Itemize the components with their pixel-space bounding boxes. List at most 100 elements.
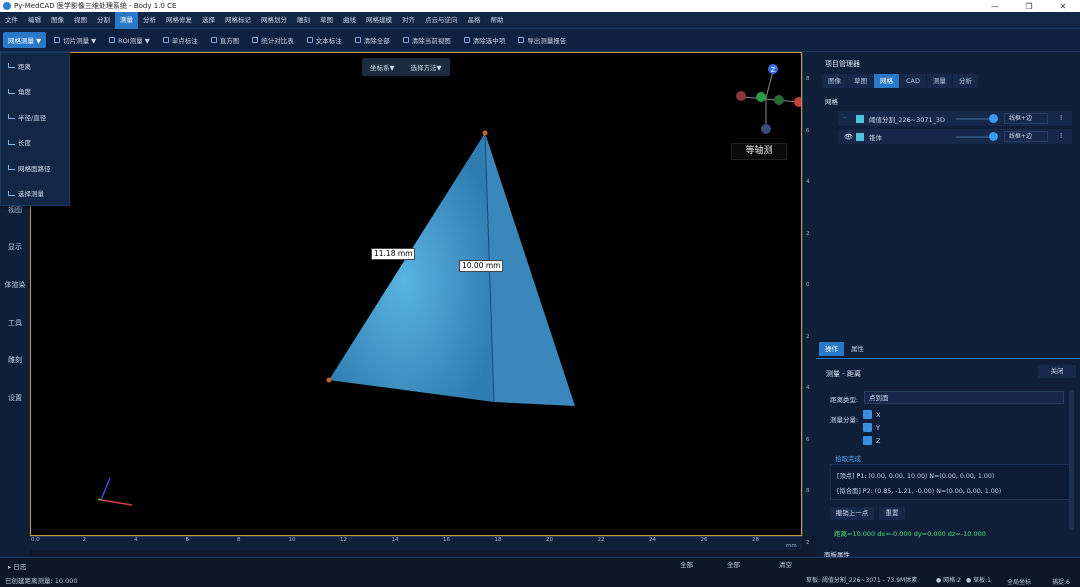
project-tab[interactable]: 测量	[927, 74, 952, 88]
snap-info[interactable]: 捕捉:6	[1052, 577, 1070, 586]
menu-item[interactable]: 点云与逆向	[420, 12, 463, 29]
measure-menu-item[interactable]: 网格面路径	[1, 155, 69, 181]
mesh-color-swatch[interactable]	[856, 132, 864, 141]
menu-item[interactable]: 视图	[69, 12, 92, 29]
menu-item[interactable]: 编辑	[23, 12, 46, 29]
toolbar-label: 清除全部	[363, 37, 390, 45]
menu-item[interactable]: 网格划分	[256, 12, 292, 29]
visibility-off-icon[interactable]: ·	[844, 115, 852, 122]
mesh-menu-icon[interactable]: ⁞	[1060, 114, 1062, 122]
sidebar-item-tools[interactable]: 工具	[0, 318, 30, 328]
component-z-checkbox[interactable]	[863, 436, 872, 445]
sidebar-item-settings[interactable]: 设置	[0, 393, 30, 403]
menu-item[interactable]: 晶格	[463, 12, 486, 29]
measure-menu-item[interactable]: 选择测量	[1, 181, 69, 207]
sidebar-item-sculpt[interactable]: 雕刻	[0, 355, 30, 365]
undo-point-button[interactable]: 撤销上一点	[830, 507, 874, 520]
toolbar-button[interactable]: ROI测量 ▼	[104, 32, 155, 48]
project-manager-title: 项目管理器	[825, 60, 860, 68]
sidebar-item-display[interactable]: 显示	[0, 242, 30, 252]
axis-y-handle[interactable]	[756, 92, 766, 102]
base-point[interactable]	[326, 377, 332, 383]
measure-label-slant[interactable]: 11.18 mm	[371, 248, 416, 260]
toolbar-button[interactable]: 切片测量 ▼	[49, 32, 101, 48]
menu-item[interactable]: 对齐	[397, 12, 420, 29]
toolbar-button[interactable]: 清除当前视图	[398, 32, 456, 48]
log-filter-2[interactable]: 全部	[727, 559, 740, 569]
measure-menu-item[interactable]: 长度	[1, 130, 69, 156]
hruler-tick-label: 0.0	[31, 537, 40, 543]
axis-neg-y-handle[interactable]	[774, 95, 784, 105]
menu-item[interactable]: 文件	[0, 12, 23, 29]
toolbar-button[interactable]: 统计对比表	[247, 32, 299, 48]
log-toggle[interactable]: ▸ 日志	[8, 561, 26, 571]
toolbar-button[interactable]: 清除全部	[350, 32, 395, 48]
tab-properties[interactable]: 属性	[845, 342, 870, 356]
menu-item[interactable]: 图像	[46, 12, 69, 29]
menu-item[interactable]: 网格标记	[220, 12, 256, 29]
measure-label-height[interactable]: 10.00 mm	[459, 260, 504, 272]
menu-item[interactable]: 雕刻	[292, 12, 315, 29]
distance-type-select[interactable]: 点到面	[864, 391, 1064, 404]
orientation-gizmo[interactable]: Z	[736, 64, 801, 134]
menu-item[interactable]: 帮助	[486, 12, 509, 29]
project-tab[interactable]: 网格	[874, 74, 899, 88]
sidebar-item-volume-render[interactable]: 体渲染	[0, 280, 30, 290]
axis-neg-x-handle[interactable]	[736, 91, 746, 101]
toolbar-button[interactable]: 网格测量 ▼	[3, 32, 47, 48]
component-y-checkbox[interactable]	[863, 423, 872, 432]
render-mode-select[interactable]: 线框+边	[1004, 113, 1048, 124]
menu-item[interactable]: 曲线	[338, 12, 361, 29]
apex-point[interactable]	[482, 130, 488, 136]
reset-button[interactable]: 重置	[879, 507, 905, 520]
tab-operations[interactable]: 操作	[819, 342, 844, 356]
menu-item[interactable]: 网格建模	[361, 12, 397, 29]
hruler-tick-label: 14	[391, 537, 399, 543]
menu-item[interactable]: 分析	[138, 12, 161, 29]
opacity-knob[interactable]	[989, 132, 998, 141]
clear-log-button[interactable]: 清空	[779, 559, 792, 569]
mesh-name: 阈值分割_226~3071_3D	[869, 115, 946, 124]
maximize-button[interactable]: ❐	[1012, 2, 1046, 11]
log-filter-1[interactable]: 全部	[680, 559, 693, 569]
minimize-button[interactable]: —	[978, 2, 1012, 11]
project-tab[interactable]: 草图	[848, 74, 873, 88]
visibility-eye-icon[interactable]: 👁	[844, 133, 853, 141]
coord-system-dropdown[interactable]: 坐标系▼	[362, 62, 403, 72]
measure-menu-item[interactable]: 半径/直径	[1, 104, 69, 130]
axis-x-handle[interactable]	[794, 97, 801, 107]
toolbar-button[interactable]: 文本标注	[302, 32, 347, 48]
close-op-button[interactable]: 关闭	[1038, 365, 1076, 378]
toolbar-button[interactable]: 清除选中项	[459, 32, 511, 48]
close-window-button[interactable]: ✕	[1046, 2, 1080, 11]
menu-item[interactable]: 分割	[92, 12, 115, 29]
ops-scrollbar[interactable]	[1069, 390, 1074, 530]
toolbar-button[interactable]: 单点标注	[158, 32, 203, 48]
measure-menu-item[interactable]: 角度	[1, 79, 69, 105]
axis-neg-z-handle[interactable]	[761, 124, 771, 134]
opacity-knob[interactable]	[989, 114, 998, 123]
scene-canvas[interactable]: Z	[31, 53, 801, 535]
measure-menu-item[interactable]: 距离	[1, 53, 69, 79]
project-tab[interactable]: CAD	[900, 74, 926, 88]
component-x-checkbox[interactable]	[863, 410, 872, 419]
project-tab[interactable]: 分析	[953, 74, 978, 88]
menu-item[interactable]: 草图	[315, 12, 338, 29]
measure-tool-icon	[8, 88, 15, 94]
project-tab[interactable]: 图像	[822, 74, 847, 88]
toolbar-label: 统计对比表	[261, 37, 294, 45]
menu-item[interactable]: 测量	[115, 11, 138, 29]
vruler-tick-label: 6	[806, 436, 810, 443]
menu-item[interactable]: 网格修复	[161, 12, 197, 29]
select-method-dropdown[interactable]: 选择方法▼	[403, 62, 450, 72]
3d-viewport[interactable]: Z 11.18 mm 10.00 mm 等轴测	[30, 52, 802, 536]
coord-mode[interactable]: 全局坐标	[1007, 577, 1031, 586]
toolbar-button[interactable]: 直方图	[206, 32, 245, 48]
sidebar-item-view[interactable]: 视图	[0, 205, 30, 215]
render-mode-select[interactable]: 线框+边	[1004, 131, 1048, 142]
mesh-color-swatch[interactable]	[856, 114, 864, 123]
toolbar-button[interactable]: 导出测量报告	[513, 32, 571, 48]
mesh-menu-icon[interactable]: ⁞	[1060, 132, 1062, 140]
view-preset-label[interactable]: 等轴测	[731, 143, 787, 160]
menu-item[interactable]: 选择	[197, 12, 220, 29]
